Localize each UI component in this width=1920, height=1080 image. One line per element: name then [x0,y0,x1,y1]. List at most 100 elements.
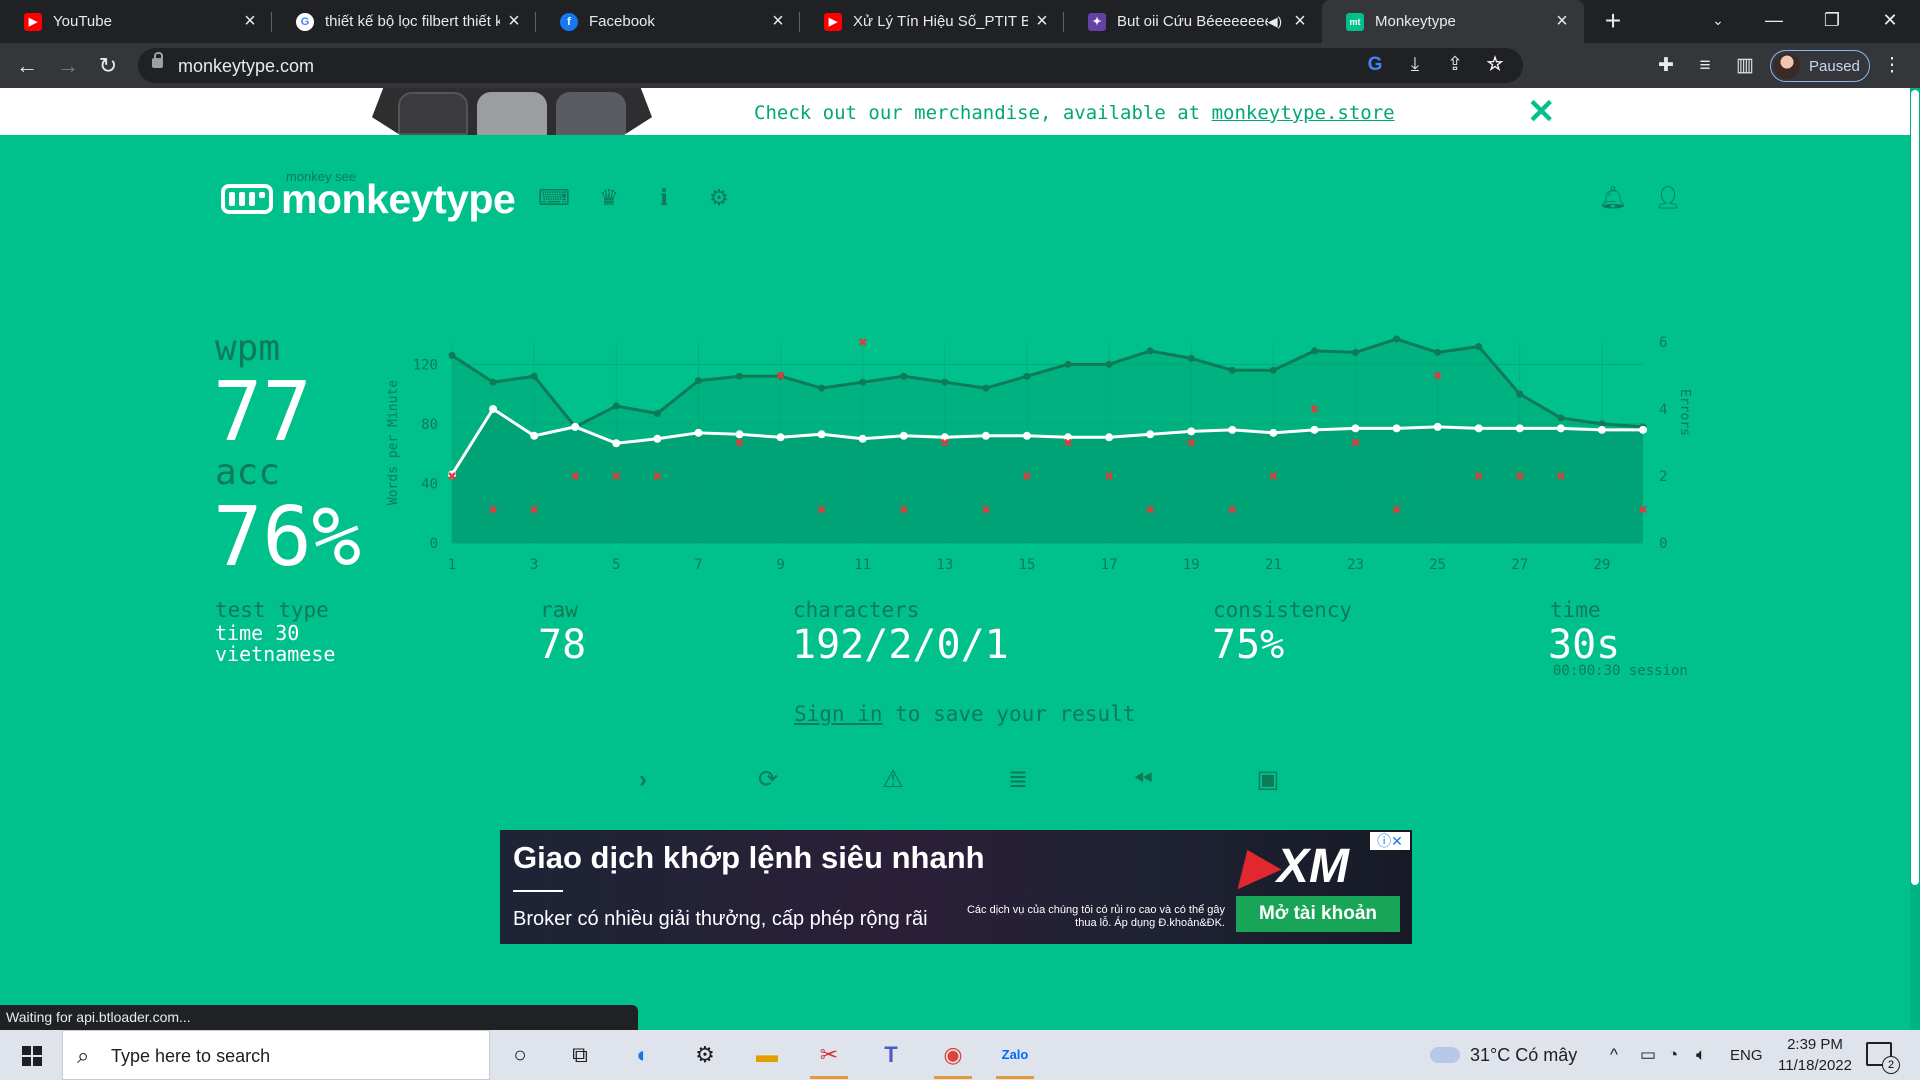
monkeytype-logo-icon[interactable] [221,184,273,214]
about-info-icon[interactable]: i [648,182,680,214]
raw-value[interactable]: 78 [538,622,586,668]
minimize-button[interactable]: — [1746,0,1802,43]
share-icon[interactable]: ⇪ [1443,53,1467,77]
leaderboard-crown-icon[interactable]: ♛ [593,182,625,214]
wpm-point[interactable] [1392,424,1401,433]
restart-test-icon[interactable]: ⟳ [748,762,788,798]
show-words-history-icon[interactable]: ≣ [998,762,1038,798]
menu-icon[interactable]: ⋮ [1880,54,1904,78]
raw-point[interactable] [1557,414,1565,422]
ad-choices-close-icon[interactable]: ⓘ✕ [1370,832,1410,850]
raw-point[interactable] [900,372,908,380]
raw-point[interactable] [735,372,743,380]
signin-link[interactable]: Sign in [794,702,883,726]
tab-google-search[interactable]: G thiết kế bộ lọc filbert thiết kế × [272,0,536,43]
raw-point[interactable] [1352,348,1360,356]
raw-point[interactable] [530,372,538,380]
raw-point[interactable] [1187,354,1195,362]
raw-point[interactable] [1146,347,1154,355]
google-lens-icon[interactable]: G [1363,53,1387,77]
raw-point[interactable] [818,384,826,392]
wpm-point[interactable] [899,431,908,440]
test-type-language[interactable]: vietnamese [215,644,335,665]
action-center-icon[interactable]: 2 [1866,1042,1900,1074]
raw-point[interactable] [612,402,620,410]
input-language[interactable]: ENG [1730,1047,1763,1064]
wifi-icon[interactable]: ◔ [1668,1045,1678,1065]
wpm-point[interactable] [981,431,990,440]
zalo-icon[interactable]: Zalo [990,1035,1040,1079]
wpm-point[interactable] [1022,431,1031,440]
wpm-point[interactable] [1187,427,1196,436]
restore-button[interactable]: ❐ [1804,0,1860,43]
raw-point[interactable] [1393,335,1401,343]
raw-point[interactable] [941,378,949,386]
show-hidden-icons-icon[interactable]: ^ [1610,1045,1618,1065]
wpm-point[interactable] [1433,422,1442,431]
keyboard-icon[interactable]: ⌨ [538,182,570,214]
edge-browser-icon[interactable]: ◐ [618,1035,668,1075]
raw-point[interactable] [1105,360,1113,368]
wpm-point[interactable] [1474,424,1483,433]
characters-value[interactable]: 192/2/0/1 [792,622,1009,668]
page-scrollbar-thumb[interactable] [1911,90,1919,885]
raw-point[interactable] [448,351,456,359]
close-tab-icon[interactable]: × [1028,10,1056,33]
test-type-mode[interactable]: time 30 [215,623,335,644]
tab-search-icon[interactable]: ⌄ [1690,0,1746,43]
wpm-point[interactable] [1351,424,1360,433]
task-view-icon[interactable]: ⧉ [555,1035,605,1075]
tab-youtube-video[interactable]: ▶ Xử Lý Tín Hiệu Số_PTIT Buổi × [800,0,1064,43]
file-explorer-icon[interactable]: ▬ [742,1035,792,1075]
tab-facebook[interactable]: f Facebook × [536,0,800,43]
ad-open-account-button[interactable]: Mở tài khoản [1236,896,1400,932]
ad-headline[interactable]: Giao dịch khớp lệnh siêu nhanh [513,840,985,876]
install-app-icon[interactable]: ⤓ [1403,53,1427,77]
wpm-point[interactable] [858,434,867,443]
acc-value[interactable]: 76% [213,490,361,585]
raw-point[interactable] [489,378,497,386]
close-tab-icon[interactable]: × [764,10,792,33]
time-value[interactable]: 30s [1548,622,1620,668]
snipping-tool-icon[interactable]: ✂ [804,1035,854,1079]
extensions-icon[interactable]: ✚ [1654,54,1678,78]
wpm-value[interactable]: 77 [213,365,312,460]
close-tab-icon[interactable]: × [1548,10,1576,33]
raw-point[interactable] [859,378,867,386]
wpm-point[interactable] [776,433,785,442]
bookmark-star-icon[interactable]: ☆ [1483,53,1507,77]
tab-monkeytype[interactable]: mt Monkeytype × [1322,0,1584,43]
close-window-button[interactable]: ✕ [1862,0,1918,43]
close-banner-icon[interactable]: ✕ [1527,95,1556,129]
side-panel-icon[interactable]: ▥ [1733,54,1757,78]
wpm-point[interactable] [1105,433,1114,442]
back-button[interactable]: ← [11,50,43,82]
wpm-point[interactable] [653,434,662,443]
raw-point[interactable] [1475,342,1483,350]
wpm-point[interactable] [735,430,744,439]
media-control-icon[interactable]: ≡ [1693,54,1717,78]
wpm-point[interactable] [1228,425,1237,434]
store-link[interactable]: monkeytype.store [1212,102,1395,124]
audio-playing-icon[interactable]: ◀) [1268,14,1282,30]
ad-logo[interactable]: ▶XM [1240,838,1349,894]
wpm-point[interactable] [530,431,539,440]
raw-point[interactable] [1434,348,1442,356]
consistency-value[interactable]: 75% [1212,622,1284,668]
wpm-chart[interactable]: 0408012002461 3 5 7 9 11 13 15 17 19 21 23 25 27 29Wor… [380,330,1710,590]
wpm-point[interactable] [1269,428,1278,437]
ad-subtitle[interactable]: Broker có nhiều giải thưởng, cấp phép rộ… [513,908,928,931]
wpm-point[interactable] [1556,424,1565,433]
reload-button[interactable]: ↻ [92,50,124,82]
raw-point[interactable] [1269,366,1277,374]
raw-point[interactable] [1228,366,1236,374]
cortana-icon[interactable]: ○ [495,1035,545,1075]
close-tab-icon[interactable]: × [1286,10,1314,33]
taskbar-search-box[interactable]: ⌕ Type here to search [62,1030,490,1080]
raw-point[interactable] [1064,360,1072,368]
forward-button[interactable]: → [52,50,84,82]
raw-point[interactable] [982,384,990,392]
tab-youtube[interactable]: ▶ YouTube × [0,0,272,43]
wpm-point[interactable] [1515,424,1524,433]
raw-point[interactable] [694,377,702,385]
